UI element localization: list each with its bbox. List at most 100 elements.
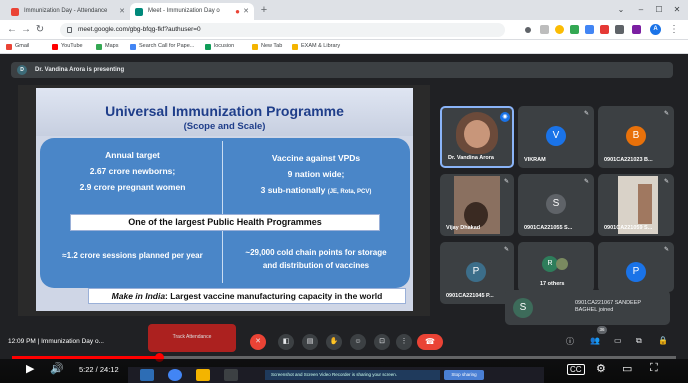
lock-icon[interactable]: 🔒 bbox=[658, 336, 668, 345]
panel-divider bbox=[222, 141, 223, 283]
bookmark-locusion[interactable]: locusion bbox=[205, 43, 234, 50]
settings-gear-icon[interactable]: ⚙ bbox=[596, 362, 606, 375]
people-icon[interactable]: 👥 bbox=[590, 336, 600, 345]
youtube-icon bbox=[52, 44, 58, 50]
bookmark-label: EXAM & Library bbox=[301, 43, 341, 49]
bookmark-label: Search Call for Pape... bbox=[139, 43, 195, 49]
captions-icon[interactable]: ▤ bbox=[302, 334, 318, 350]
bookmark-maps[interactable]: Maps bbox=[96, 43, 118, 50]
puzzle-icon[interactable] bbox=[615, 25, 624, 34]
reload-icon[interactable]: ↻ bbox=[34, 23, 46, 37]
bookmark-gmail[interactable]: Gmail bbox=[6, 43, 29, 50]
tab-meet[interactable]: Meet - Immunization Day o ● ✕ bbox=[130, 3, 254, 20]
cold-chain-line: and distribution of vaccines bbox=[262, 261, 370, 270]
more-menu-icon[interactable]: ⋮ bbox=[668, 23, 680, 37]
star-icon[interactable] bbox=[555, 25, 564, 34]
bookmarks-bar: Gmail YouTube Maps Search Call for Pape.… bbox=[0, 40, 688, 54]
minimize-button[interactable]: – bbox=[632, 3, 650, 17]
mic-off-icon: ✎ bbox=[663, 111, 669, 117]
bookmark-search-call[interactable]: Search Call for Pape... bbox=[130, 43, 195, 50]
avatar: B bbox=[626, 126, 646, 146]
avatar: P bbox=[466, 262, 486, 282]
close-icon[interactable]: ✕ bbox=[243, 7, 249, 15]
vaccine-line-note: (JE, Rota, PCV) bbox=[327, 189, 372, 195]
close-icon[interactable]: ✕ bbox=[119, 7, 125, 15]
new-tab-button[interactable]: + bbox=[257, 4, 271, 18]
participant-tile[interactable]: ✎ P 0901CA221045 P... bbox=[440, 242, 514, 304]
gmail-icon bbox=[11, 8, 19, 16]
camera-icon[interactable] bbox=[525, 27, 531, 33]
avatar: P bbox=[626, 262, 646, 282]
extension-icon[interactable] bbox=[570, 25, 579, 34]
vaccine-line-main: 3 sub-nationally bbox=[260, 185, 326, 195]
bookmark-exam-library[interactable]: EXAM & Library bbox=[292, 43, 341, 50]
mic-off-icon: ✎ bbox=[583, 179, 589, 185]
participant-tile[interactable]: ✎ V VIKRAM bbox=[518, 106, 594, 168]
activities-icon[interactable]: ⧉ bbox=[636, 336, 642, 346]
others-tile[interactable]: R 17 others bbox=[518, 242, 594, 292]
extension-icon[interactable] bbox=[600, 25, 609, 34]
toolbar: ← → ↻ meet.google.com/gbg-bfqg-fkf?authu… bbox=[0, 20, 688, 40]
end-call-button[interactable]: ☎ bbox=[417, 334, 443, 350]
notification-text: 0901CA221067 SANDEEP BAGHEL joined bbox=[575, 300, 641, 314]
cold-chain-line: ~29,000 cold chain points for storage bbox=[245, 248, 387, 257]
emoji-icon[interactable]: ☺ bbox=[350, 334, 366, 350]
extension-icon[interactable] bbox=[585, 25, 594, 34]
avatar: S bbox=[513, 298, 533, 318]
more-options-icon[interactable]: ⋮ bbox=[396, 334, 412, 350]
participant-tile[interactable]: ✎ P bbox=[598, 242, 674, 292]
raise-hand-icon[interactable]: ✋ bbox=[326, 334, 342, 350]
chevron-down-icon[interactable]: ⌄ bbox=[612, 3, 630, 17]
tab-attendance[interactable]: Immunization Day - Attendance ✕ bbox=[6, 3, 130, 20]
tab-title: Immunization Day - Attendance bbox=[24, 8, 108, 14]
profile-avatar[interactable]: A bbox=[650, 24, 661, 35]
mic-off-icon: ✎ bbox=[663, 247, 669, 253]
camera-off-icon[interactable]: ◧ bbox=[278, 334, 294, 350]
participant-tile[interactable]: ✎ Vijay Dhakad bbox=[440, 174, 514, 236]
forward-arrow-icon[interactable]: → bbox=[20, 23, 32, 37]
extension-icon[interactable] bbox=[632, 25, 641, 34]
folder-icon[interactable] bbox=[196, 369, 210, 381]
bookmark-youtube[interactable]: YouTube bbox=[52, 43, 83, 50]
avatar: S bbox=[546, 194, 566, 214]
present-icon[interactable]: ⊡ bbox=[374, 334, 390, 350]
footer-banner: Make in India: Largest vaccine manufactu… bbox=[88, 288, 406, 304]
app-icon[interactable] bbox=[224, 369, 238, 381]
back-arrow-icon[interactable]: ← bbox=[6, 23, 18, 37]
participant-tile[interactable]: ✎ 0901CA221059 S... bbox=[598, 174, 674, 236]
bookmark-new-tab[interactable]: New Tab bbox=[252, 43, 282, 50]
address-bar[interactable]: meet.google.com/gbg-bfqg-fkf?authuser=0 bbox=[60, 23, 505, 37]
participant-name: 0901CA221023 B... bbox=[604, 157, 653, 163]
gmail-icon bbox=[6, 44, 12, 50]
speaking-icon: ◉ bbox=[500, 112, 510, 122]
participant-tile[interactable]: ◉ Dr. Vandina Arora bbox=[440, 106, 514, 168]
track-attendance-button[interactable]: Track Attendance bbox=[148, 324, 236, 352]
play-icon[interactable]: ▶ bbox=[26, 362, 34, 375]
volume-icon[interactable]: 🔊 bbox=[50, 362, 64, 375]
participant-tile[interactable]: ✎ B 0901CA221023 B... bbox=[598, 106, 674, 168]
maximize-button[interactable]: ☐ bbox=[650, 3, 668, 17]
close-window-button[interactable]: ✕ bbox=[668, 3, 686, 17]
mic-off-icon[interactable]: ✕ bbox=[250, 334, 266, 350]
stop-sharing-button[interactable]: Stop sharing bbox=[444, 370, 484, 380]
video-feed bbox=[638, 184, 652, 224]
presenter-avatar: D bbox=[17, 65, 27, 75]
fullscreen-icon[interactable]: ⛶ bbox=[650, 362, 658, 375]
participant-count-badge: 36 bbox=[597, 326, 607, 334]
vaccine-line: 3 sub-nationally (JE, Rota, PCV) bbox=[226, 185, 406, 195]
info-icon[interactable]: ⓘ bbox=[566, 336, 574, 347]
meeting-time-title: 12:09 PM | Immunization Day o... bbox=[8, 338, 104, 345]
miniplayer-icon[interactable]: ▭ bbox=[622, 362, 632, 375]
mic-off-icon: ✎ bbox=[503, 179, 509, 185]
folder-icon bbox=[292, 44, 298, 50]
participant-name: 17 others bbox=[540, 281, 565, 287]
participant-tile[interactable]: ✎ S 0901CA221055 S... bbox=[518, 174, 594, 236]
windows-icon[interactable] bbox=[140, 369, 154, 381]
folder-icon bbox=[252, 44, 258, 50]
mic-off-icon: ✎ bbox=[663, 179, 669, 185]
captions-button[interactable]: CC bbox=[567, 364, 585, 375]
chrome-icon[interactable] bbox=[168, 369, 182, 381]
share-icon[interactable] bbox=[540, 25, 549, 34]
notification-line: BAGHEL joined bbox=[575, 307, 614, 313]
chat-icon[interactable]: ▭ bbox=[614, 336, 622, 345]
